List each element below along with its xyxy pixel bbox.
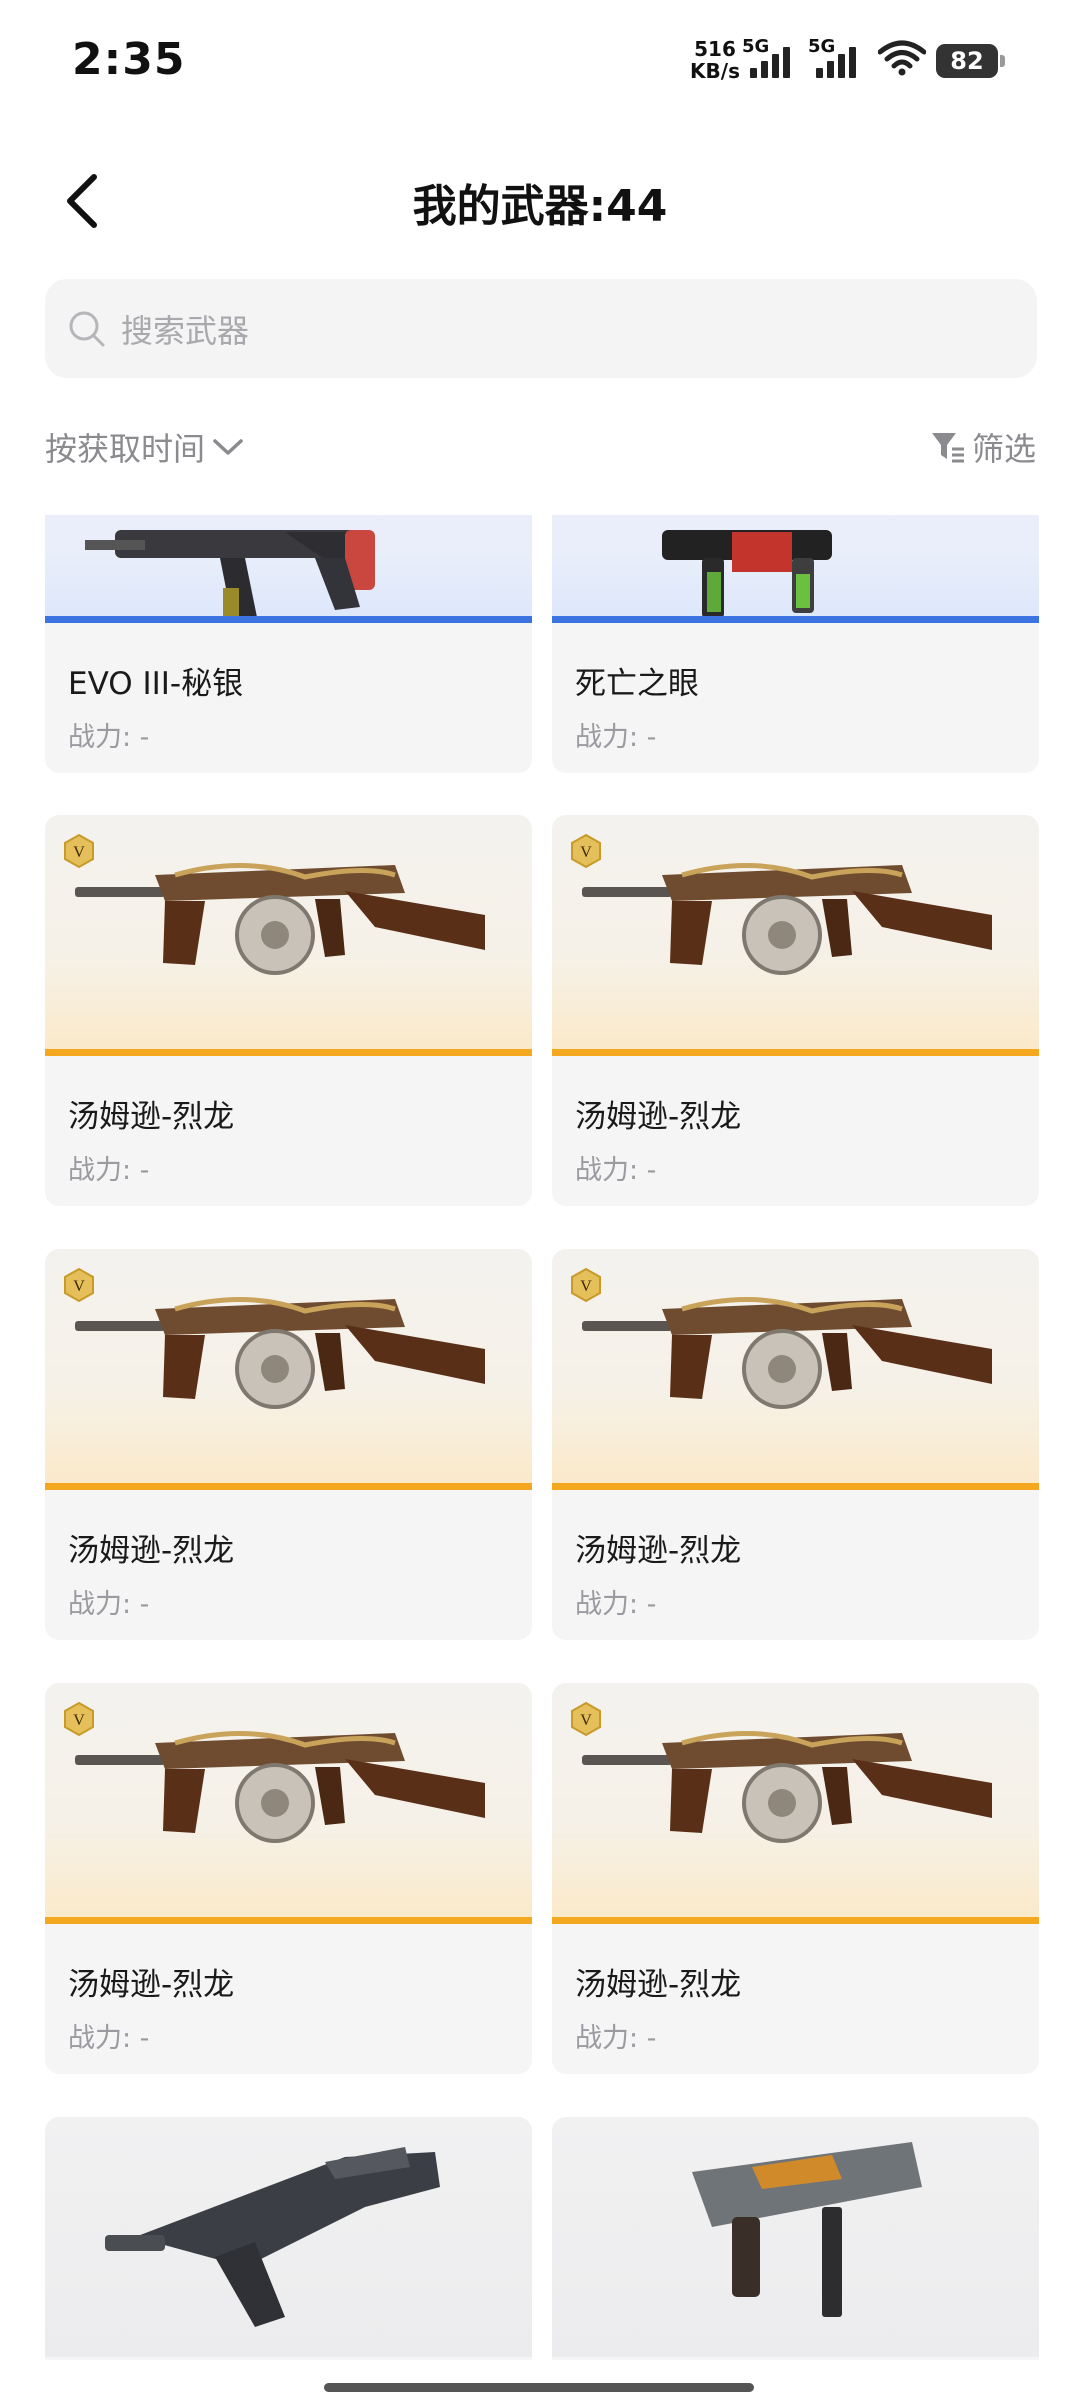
- weapon-image: V: [45, 1249, 532, 1489]
- weapon-grid[interactable]: EVO III-秘银 战力: - 死亡之眼 战力: - V 汤姆逊-烈龙 战力:…: [0, 515, 1080, 2360]
- network-speed-value: 516: [694, 37, 736, 61]
- status-bar: 2:35 516 KB/s 5G 5G 82: [0, 0, 1080, 120]
- weapon-card[interactable]: [552, 2117, 1039, 2360]
- smg-evo-icon: [85, 530, 375, 622]
- weapon-power: 战力: -: [575, 2023, 657, 2054]
- sort-label: 按获取时间: [45, 430, 206, 468]
- weapon-image: V: [45, 815, 532, 1055]
- weapon-name: 死亡之眼: [575, 666, 699, 702]
- weapon-power: 战力: -: [575, 722, 657, 753]
- rarity-strip: [552, 1483, 1039, 1490]
- network-speed: 516 KB/s: [690, 38, 740, 82]
- weapon-card[interactable]: [45, 2117, 532, 2360]
- network-speed-unit: KB/s: [690, 59, 740, 83]
- weapon-power: 战力: -: [68, 2023, 150, 2054]
- search-placeholder: 搜索武器: [121, 311, 250, 350]
- weapon-power: 战力: -: [68, 1589, 150, 1620]
- weapon-name: 汤姆逊-烈龙: [575, 1533, 742, 1569]
- weapon-image: [552, 2117, 1039, 2357]
- weapon-power: 战力: -: [575, 1155, 657, 1186]
- status-time: 2:35: [72, 34, 186, 85]
- weapon-card[interactable]: V 汤姆逊-烈龙 战力: -: [552, 815, 1039, 1206]
- rarity-strip: [45, 1483, 532, 1490]
- weapon-name: EVO III-秘银: [68, 666, 244, 702]
- weapon-image: V: [45, 1683, 532, 1923]
- search-input[interactable]: 搜索武器: [45, 279, 1037, 378]
- weapon-power: 战力: -: [68, 1155, 150, 1186]
- weapon-name: 汤姆逊-烈龙: [575, 1967, 742, 2003]
- rarity-strip: [552, 1917, 1039, 1924]
- weapon-card[interactable]: V 汤姆逊-烈龙 战力: -: [552, 1683, 1039, 2074]
- filter-icon: [931, 433, 964, 463]
- weapon-power: 战力: -: [575, 1589, 657, 1620]
- signal-sim2-icon: 5G: [808, 36, 860, 80]
- weapon-name: 汤姆逊-烈龙: [68, 1533, 235, 1569]
- rarity-strip: [45, 1049, 532, 1056]
- weapon-image: V: [552, 1683, 1039, 1923]
- battery-indicator: 82: [936, 44, 1005, 78]
- weapon-card[interactable]: V 汤姆逊-烈龙 战力: -: [45, 815, 532, 1206]
- weapon-card[interactable]: 死亡之眼 战力: -: [552, 515, 1039, 773]
- thompson-dragon-icon: [75, 1731, 485, 1843]
- rarity-strip: [45, 1917, 532, 1924]
- thompson-dragon-icon: [75, 1297, 485, 1409]
- weapon-image: V: [552, 1249, 1039, 1489]
- weapon-power: 战力: -: [68, 722, 150, 753]
- sort-dropdown[interactable]: 按获取时间: [45, 424, 245, 470]
- filter-label: 筛选: [971, 430, 1036, 468]
- filter-button[interactable]: 筛选: [930, 424, 1036, 470]
- home-indicator[interactable]: [324, 2383, 754, 2392]
- thompson-dragon-icon: [582, 863, 992, 975]
- weapon-name: 汤姆逊-烈龙: [68, 1967, 235, 2003]
- rarity-strip: [552, 1049, 1039, 1056]
- rarity-strip: [552, 616, 1039, 623]
- weapon-card[interactable]: V 汤姆逊-烈龙 战力: -: [45, 1249, 532, 1640]
- signal-sim1-icon: 5G: [742, 36, 794, 80]
- weapon-image: [45, 515, 532, 622]
- weapon-card[interactable]: EVO III-秘银 战力: -: [45, 515, 532, 773]
- weapon-name: 汤姆逊-烈龙: [575, 1099, 742, 1135]
- smg-deatheye-icon: [662, 530, 832, 618]
- smg-camo-icon: [692, 2142, 922, 2317]
- weapon-image: [45, 2117, 532, 2357]
- thompson-dragon-icon: [75, 863, 485, 975]
- weapon-card[interactable]: V 汤姆逊-烈龙 战力: -: [45, 1683, 532, 2074]
- chevron-down-icon: [213, 439, 243, 455]
- wifi-icon: [878, 40, 926, 76]
- smg-grey-icon: [105, 2147, 440, 2327]
- page-title: 我的武器:44: [412, 181, 668, 232]
- weapon-image: V: [552, 815, 1039, 1055]
- thompson-dragon-icon: [582, 1731, 992, 1843]
- weapon-card[interactable]: V 汤姆逊-烈龙 战力: -: [552, 1249, 1039, 1640]
- rarity-strip: [45, 616, 532, 623]
- weapon-name: 汤姆逊-烈龙: [68, 1099, 235, 1135]
- weapon-image: [552, 515, 1039, 622]
- thompson-dragon-icon: [582, 1297, 992, 1409]
- search-icon: [69, 311, 105, 346]
